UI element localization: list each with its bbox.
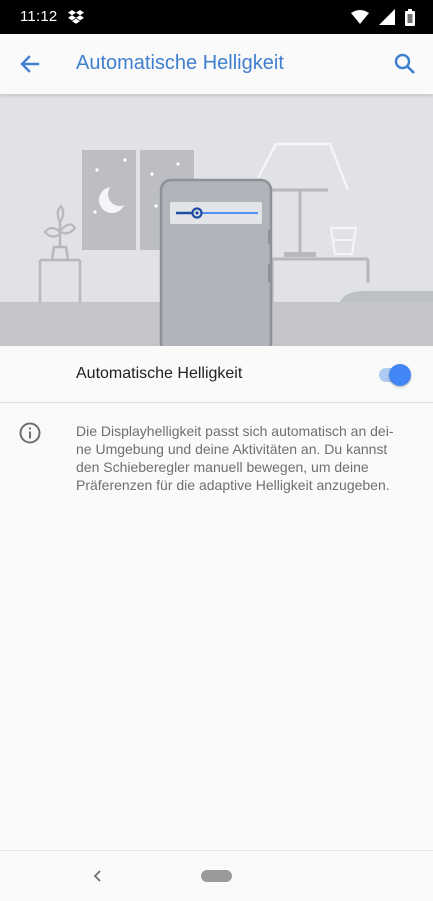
- status-bar: 11:12: [0, 0, 433, 34]
- arrow-back-icon: [20, 55, 40, 73]
- navigation-bar: [0, 850, 433, 901]
- info-description: Die Displayhelligkeit passt sich automat…: [76, 423, 394, 493]
- brightness-illustration: [0, 94, 433, 346]
- app-bar: Automatische Helligkeit: [0, 34, 433, 94]
- back-button[interactable]: [14, 48, 46, 80]
- status-icons: [351, 8, 415, 26]
- signal-icon: [379, 9, 395, 25]
- info-icon: [19, 422, 41, 444]
- nav-back-icon: [93, 870, 101, 882]
- dropbox-icon: [68, 10, 84, 24]
- room-illustration: [0, 142, 433, 346]
- home-pill[interactable]: [201, 870, 232, 882]
- nav-back-button[interactable]: [88, 866, 108, 886]
- page-title: Automatische Helligkeit: [76, 52, 284, 74]
- search-button[interactable]: [389, 48, 421, 80]
- auto-brightness-setting-row[interactable]: Automatische Helligkeit: [0, 346, 433, 403]
- info-footer: Die Displayhelligkeit passt sich automat…: [0, 404, 433, 514]
- auto-brightness-switch[interactable]: [377, 363, 413, 386]
- auto-brightness-label: Automatische Helligkeit: [76, 365, 243, 382]
- battery-icon: [405, 8, 415, 26]
- switch-thumb: [389, 364, 411, 386]
- wifi-icon: [351, 10, 369, 24]
- search-icon: [394, 53, 415, 74]
- status-time: 11:12: [20, 8, 58, 25]
